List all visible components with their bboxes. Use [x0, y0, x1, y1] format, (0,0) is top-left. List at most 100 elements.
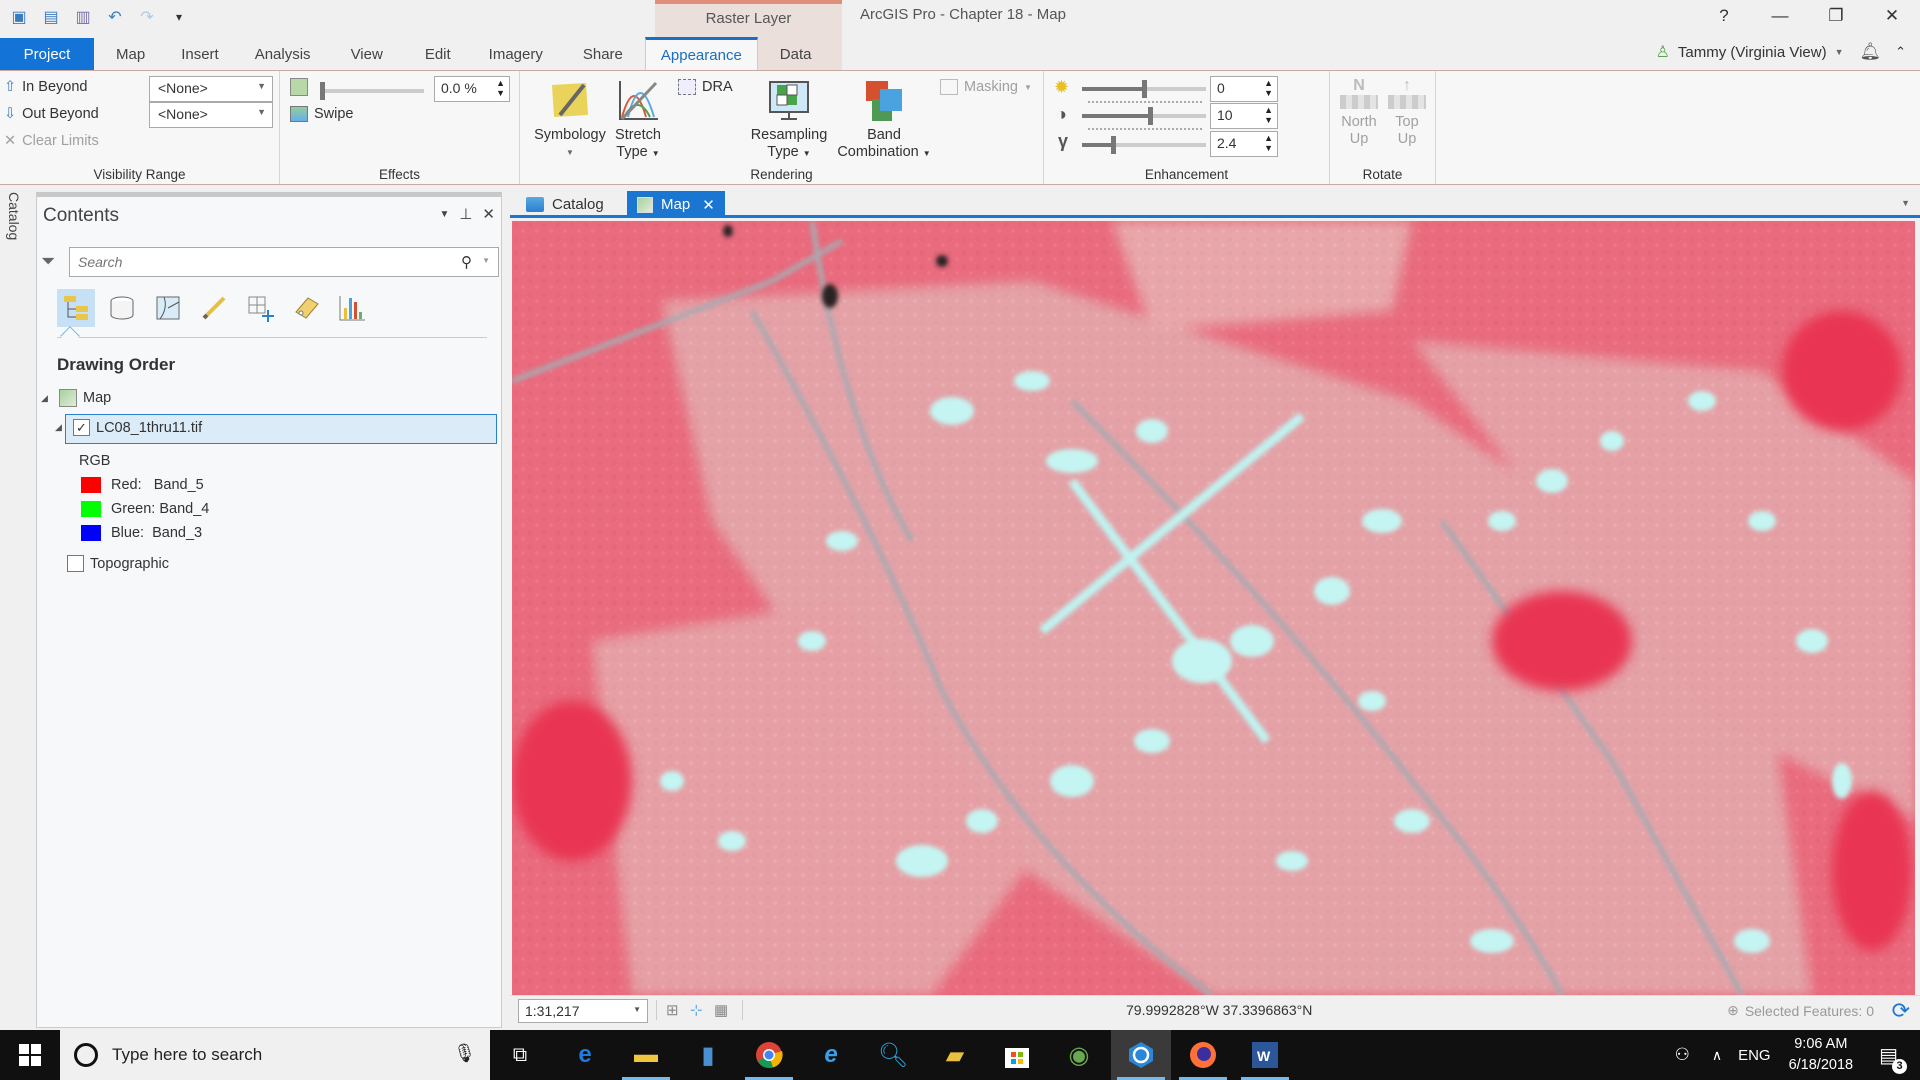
chevron-down-icon[interactable]: ▼ — [482, 256, 490, 265]
masking-button[interactable]: Masking ▼ — [940, 79, 1032, 95]
brightness-spinner[interactable]: 0 ▲ ▼ — [1210, 76, 1278, 102]
tab-project[interactable]: Project — [0, 38, 94, 70]
new-project-icon[interactable]: ▣ — [8, 6, 30, 28]
file-explorer-icon[interactable]: ▬ — [616, 1030, 676, 1080]
list-by-source-icon[interactable] — [103, 289, 141, 327]
close-icon[interactable]: ✕ — [702, 196, 715, 214]
tab-insert[interactable]: Insert — [163, 38, 237, 70]
contents-search[interactable]: ⚲ ▼ — [69, 247, 499, 277]
start-button[interactable] — [0, 1030, 60, 1080]
tab-map[interactable]: Map — [94, 38, 163, 70]
resampling-type-button[interactable]: Resampling Type ▼ — [744, 79, 834, 162]
chrome-icon[interactable] — [739, 1030, 799, 1080]
view-list-dropdown-icon[interactable]: ▼ — [1901, 198, 1910, 208]
close-button[interactable]: ✕ — [1864, 0, 1920, 32]
clock[interactable]: 9:06 AM 6/18/2018 — [1789, 1034, 1854, 1076]
contrast-spinner[interactable]: 10 ▲ ▼ — [1210, 103, 1278, 129]
snapping-icon[interactable]: ⊞ — [666, 1001, 679, 1019]
people-icon[interactable]: ⚇ — [1675, 1045, 1690, 1065]
map-canvas[interactable] — [512, 221, 1915, 995]
north-up-button[interactable]: N North Up — [1336, 77, 1382, 148]
out-beyond-button[interactable]: ⇩ Out Beyond — [4, 106, 99, 122]
redo-icon[interactable]: ↷ — [136, 6, 158, 28]
search-tool-icon[interactable]: 🔍︎ — [863, 1030, 923, 1080]
tab-map-view[interactable]: Map ✕ — [627, 191, 725, 218]
top-up-button[interactable]: ↑ Top Up — [1384, 77, 1430, 148]
band-combination-button[interactable]: Band Combination ▼ — [834, 79, 934, 162]
microphone-icon[interactable]: 🎙︎ — [453, 1043, 476, 1064]
scale-dropdown[interactable]: 1:31,217 ▼ — [518, 999, 648, 1023]
list-by-selection-icon[interactable] — [149, 289, 187, 327]
language-indicator[interactable]: ENG — [1738, 1047, 1771, 1064]
customize-qat-icon[interactable]: ▾ — [168, 6, 190, 28]
store-icon[interactable] — [987, 1030, 1047, 1080]
edge-icon[interactable]: e — [555, 1030, 615, 1080]
internet-explorer-icon[interactable]: e — [801, 1030, 861, 1080]
table-icon[interactable]: ▦ — [714, 1001, 728, 1019]
list-by-snapping-icon[interactable] — [241, 289, 279, 327]
tab-appearance[interactable]: Appearance — [644, 37, 758, 70]
layer-visibility-checkbox[interactable]: ✓ — [73, 419, 90, 436]
slider-thumb[interactable] — [320, 82, 325, 100]
user-account[interactable]: ♙ Tammy (Virginia View) ▼ 🔔︎ ⌃ — [1656, 42, 1906, 62]
out-beyond-dropdown[interactable]: <None> ▼ — [149, 102, 273, 128]
gamma-slider[interactable] — [1082, 136, 1206, 154]
gamma-spinner[interactable]: 2.4 ▲ ▼ — [1210, 131, 1278, 157]
open-project-icon[interactable]: ▤ — [40, 6, 62, 28]
undo-icon[interactable]: ↶ — [104, 6, 126, 28]
selected-features[interactable]: ⊕ Selected Features: 0 — [1727, 1002, 1874, 1019]
pane-options-icon[interactable]: ▼ — [439, 209, 449, 223]
notifications-bell-icon[interactable]: 🔔︎ — [1860, 42, 1882, 62]
slider-thumb[interactable] — [1148, 107, 1154, 125]
refresh-icon[interactable]: ⟳ — [1892, 998, 1910, 1024]
list-by-editing-icon[interactable] — [195, 289, 233, 327]
search-input[interactable] — [70, 248, 430, 276]
contrast-slider[interactable] — [1082, 107, 1206, 125]
in-beyond-button[interactable]: ⇧ In Beyond — [4, 79, 87, 95]
tab-share[interactable]: Share — [561, 38, 645, 70]
grid-icon[interactable]: ⊹ — [690, 1001, 703, 1019]
filter-icon[interactable]: ⏷ — [41, 251, 55, 272]
save-project-icon[interactable]: ▥ — [72, 6, 94, 28]
task-view-icon[interactable]: ⧉ — [490, 1030, 550, 1080]
arcmap-icon[interactable]: ▮ — [678, 1030, 738, 1080]
list-charts-icon[interactable] — [333, 289, 371, 327]
list-by-labeling-icon[interactable] — [287, 289, 325, 327]
show-hidden-icons[interactable]: ∧ — [1712, 1047, 1722, 1064]
list-by-drawing-order-icon[interactable] — [57, 289, 95, 327]
dra-button[interactable]: DRA — [678, 79, 733, 95]
expand-triangle-icon[interactable]: ◢ — [55, 422, 67, 433]
basemap-node[interactable]: Topographic — [67, 555, 169, 572]
globe-app-icon[interactable]: ◉ — [1049, 1030, 1109, 1080]
slider-thumb[interactable] — [1111, 136, 1116, 154]
minimize-button[interactable]: — — [1752, 0, 1808, 32]
transparency-slider[interactable] — [320, 82, 424, 100]
brightness-slider[interactable] — [1082, 80, 1206, 98]
slider-thumb[interactable] — [1142, 80, 1147, 98]
taskbar-search[interactable]: Type here to search 🎙︎ — [60, 1030, 490, 1080]
spinner-arrows-icon[interactable]: ▲ ▼ — [1264, 133, 1273, 153]
clear-limits-button[interactable]: ✕ Clear Limits — [4, 133, 99, 149]
spinner-arrows-icon[interactable]: ▲ ▼ — [496, 78, 505, 98]
in-beyond-dropdown[interactable]: <None> ▼ — [149, 76, 273, 102]
transparency-spinner[interactable]: 0.0 % ▲ ▼ — [434, 76, 510, 102]
tab-catalog-view[interactable]: Catalog — [516, 191, 614, 218]
arcgis-pro-icon[interactable] — [1111, 1030, 1171, 1080]
stretch-type-button[interactable]: Stretch Type ▼ — [610, 79, 666, 162]
help-button[interactable]: ? — [1696, 0, 1752, 32]
symbology-button[interactable]: Symbology ▼ — [530, 79, 610, 161]
tab-view[interactable]: View — [329, 38, 405, 70]
arccatalog-icon[interactable]: ▰ — [925, 1030, 985, 1080]
swipe-button[interactable]: Swipe — [290, 106, 354, 122]
pin-icon[interactable]: ⊥ — [459, 205, 472, 223]
restore-button[interactable]: ❐ — [1808, 0, 1864, 32]
tab-analysis[interactable]: Analysis — [237, 38, 329, 70]
tab-edit[interactable]: Edit — [405, 38, 471, 70]
spinner-arrows-icon[interactable]: ▲ ▼ — [1264, 105, 1273, 125]
map-node[interactable]: ◢ Map — [41, 389, 111, 407]
search-icon[interactable]: ⚲ — [461, 253, 472, 271]
catalog-side-tab[interactable]: Catalog — [6, 192, 22, 240]
basemap-visibility-checkbox[interactable] — [67, 555, 84, 572]
close-icon[interactable]: ✕ — [482, 205, 495, 223]
tab-data[interactable]: Data — [758, 38, 834, 70]
